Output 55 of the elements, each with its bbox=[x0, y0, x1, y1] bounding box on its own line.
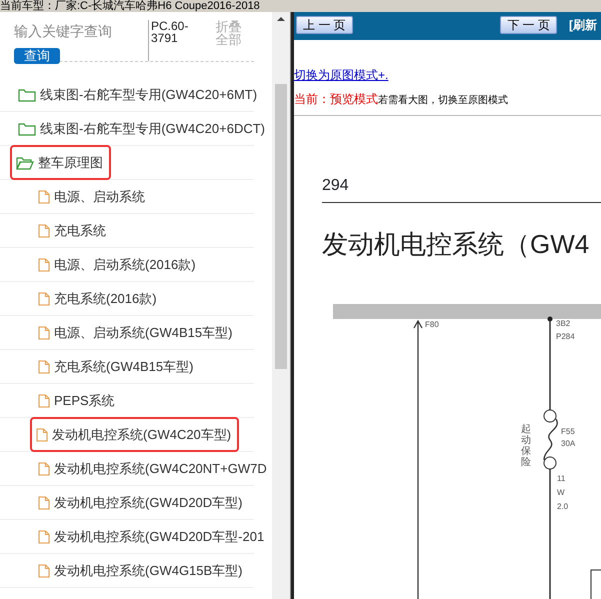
open-folder-icon bbox=[16, 156, 34, 170]
wire-label: 3B2 bbox=[556, 319, 570, 328]
document-icon bbox=[38, 292, 50, 306]
scrollbar[interactable] bbox=[272, 12, 290, 599]
document-item[interactable]: 电源、启动系统(GW4B15车型) bbox=[54, 322, 232, 342]
document-icon bbox=[38, 496, 50, 510]
document-icon bbox=[38, 564, 50, 578]
document-icon bbox=[38, 326, 50, 340]
document-item[interactable]: 发动机电控系统(GW4C20NT+GW7D bbox=[54, 458, 267, 478]
document-item[interactable]: 发动机电控系统(GW4C20车型) bbox=[52, 424, 232, 444]
folder-item[interactable]: 整车原理图 bbox=[38, 152, 103, 172]
document-item[interactable]: 充电系统 bbox=[54, 220, 106, 240]
mode-hint: 若需看大图，切换至原图模式 bbox=[378, 95, 508, 106]
folder-item[interactable]: 线束图-右舵车型专用(GW4C20+6MT) bbox=[40, 84, 258, 104]
folder-item[interactable]: 线束图-右舵车型专用(GW4C20+6DCT) bbox=[40, 118, 265, 138]
wire-label: F80 bbox=[425, 320, 439, 329]
document-icon bbox=[36, 428, 48, 442]
wire-label: P284 bbox=[556, 332, 575, 341]
wire-label: F55 bbox=[561, 427, 575, 436]
wire-label: 2.0 bbox=[557, 502, 568, 511]
document-icon bbox=[38, 462, 50, 476]
folder-icon bbox=[18, 88, 36, 102]
document-item[interactable]: 充电系统(2016款) bbox=[54, 288, 157, 308]
document-icon bbox=[38, 258, 50, 272]
document-item[interactable]: 电源、启动系统 bbox=[54, 186, 145, 206]
fuse-icon bbox=[543, 410, 558, 470]
document-icon bbox=[38, 394, 50, 408]
next-page-button[interactable]: 下 一 页 bbox=[500, 16, 557, 34]
document-icon bbox=[38, 190, 50, 204]
document-icon bbox=[38, 530, 50, 544]
search-button[interactable]: 查询 bbox=[14, 48, 60, 64]
document-item[interactable]: 发动机电控系统(GW4D20D车型) bbox=[54, 492, 243, 512]
wire-label: 11 bbox=[557, 474, 566, 483]
page-number: 294 bbox=[322, 177, 349, 194]
fuse-label: 起动保险 bbox=[521, 424, 531, 468]
document-item[interactable]: 充电系统(GW4B15车型) bbox=[54, 356, 194, 376]
wire-label: W bbox=[557, 488, 565, 497]
document-item[interactable]: PEPS系统 bbox=[54, 390, 115, 410]
document-icon bbox=[38, 360, 50, 374]
document-item[interactable]: 发动机电控系统(GW4G15B车型) bbox=[54, 560, 243, 580]
refresh-link[interactable]: [刷新 bbox=[569, 16, 597, 34]
mode-status: 当前：预览模式 bbox=[294, 92, 378, 106]
diagram-title: 发动机电控系统（GW4 bbox=[322, 228, 590, 261]
wire-label: 30A bbox=[561, 439, 576, 448]
folder-icon bbox=[18, 122, 36, 136]
previous-page-button[interactable]: 上 一 页 bbox=[296, 16, 353, 34]
vehicle-label: 当前车型：厂家:C-长城汽车哈弗H6 Coupe2016-2018 bbox=[0, 0, 601, 12]
junction-dot bbox=[548, 316, 552, 322]
code-label: PC.60-3791 bbox=[148, 20, 200, 61]
document-item[interactable]: 发动机电控系统(GW4D20D车型-201 bbox=[54, 526, 264, 546]
component-outline bbox=[590, 570, 601, 599]
scroll-thumb[interactable] bbox=[275, 84, 287, 369]
mode-switch-link[interactable]: 切换为原图模式+. bbox=[294, 66, 388, 84]
document-item[interactable]: 电源、启动系统(2016款) bbox=[54, 254, 196, 274]
document-icon bbox=[38, 224, 50, 238]
